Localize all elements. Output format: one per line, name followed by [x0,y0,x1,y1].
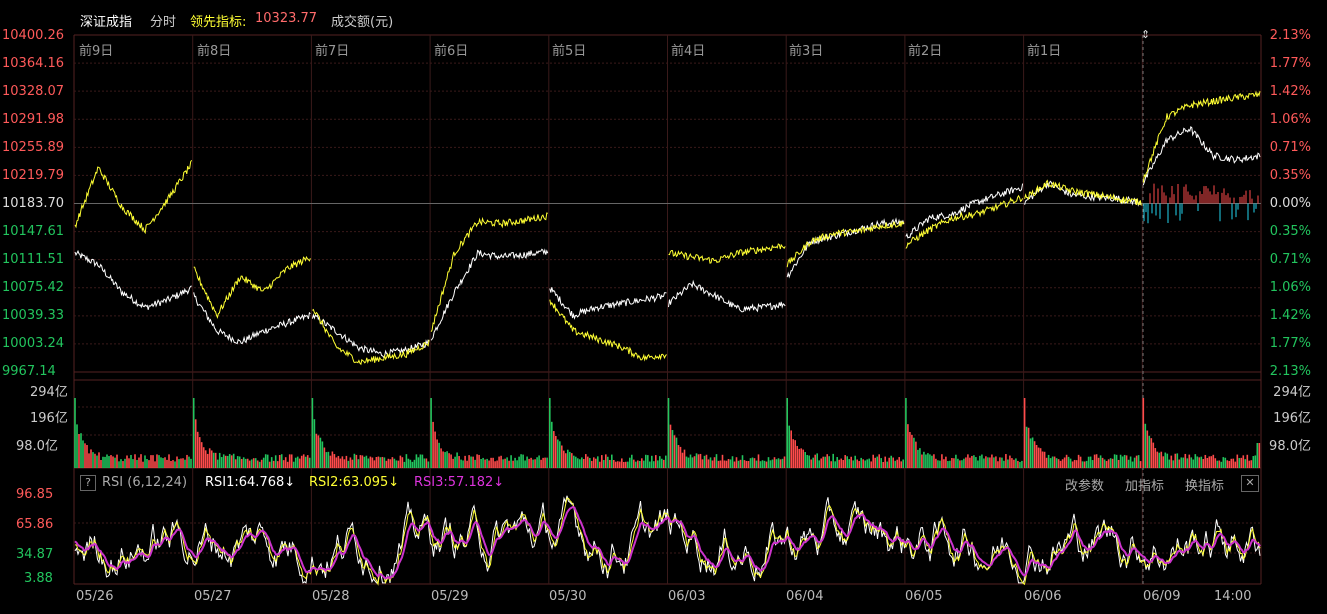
pct-tick: 0.71% [1269,252,1311,267]
price-line-segment [1142,90,1261,183]
date-label: 06/06 [1024,589,1062,604]
pct-tick: 0.35% [1269,224,1311,239]
price-tick: 10219.79 [2,168,65,183]
price-tick: 10183.70 [2,196,65,211]
price-tick: 10039.33 [2,308,65,323]
price-line-segment [430,248,549,341]
rsi-tick: 96.85 [16,487,54,502]
date-label: 05/28 [312,589,350,604]
date-label: 06/04 [786,589,824,604]
day-label: 前9日 [79,44,114,59]
price-line-segment [430,212,548,332]
date-label: 06/09 [1143,589,1181,604]
pct-tick: 1.77% [1269,336,1311,351]
pct-tick: 1.42% [1269,84,1311,99]
day-label: 前3日 [789,44,824,59]
volume-tick: 196亿 [1273,411,1311,426]
date-label: 06/03 [668,589,706,604]
price-tick: 10328.07 [2,84,65,99]
date-label: 05/29 [431,589,469,604]
volume-tick: 98.0亿 [16,439,58,454]
date-label: 06/05 [905,589,943,604]
price-tick: 10111.51 [2,252,65,267]
pct-tick: 0.00% [1269,196,1311,211]
rsi-tick: 34.87 [16,547,54,562]
chart-grid [73,34,1262,585]
day-label: 前7日 [315,44,350,59]
price-tick: 10364.16 [2,56,65,71]
price-tick: 10255.89 [2,140,65,155]
pct-tick: 2.13% [1269,28,1311,43]
day-label: 前4日 [671,44,706,59]
time-label: 14:00 [1214,589,1252,604]
date-label: 05/30 [549,589,587,604]
pct-tick: 1.42% [1269,308,1311,323]
price-line-segment [786,220,905,268]
rsi-name[interactable]: RSI (6,12,24) [102,475,187,490]
swap-indicator-button[interactable]: 换指标 [1185,475,1224,494]
date-label: 05/26 [76,589,114,604]
price-line-segment [74,159,193,235]
rsi-tick: 65.86 [16,517,54,532]
price-tick: 10003.24 [2,336,65,351]
price-line-segment [668,279,786,313]
day-label: 前6日 [434,44,469,59]
price-tick: 10075.42 [2,280,65,295]
close-icon[interactable]: ✕ [1241,475,1259,492]
price-line-segment [193,292,311,345]
pct-tick: 1.77% [1269,56,1311,71]
volume-tick: 98.0亿 [1269,439,1311,454]
help-button[interactable]: ? [80,475,96,491]
price-tick: 10400.26 [2,28,65,43]
day-label: 前5日 [552,44,587,59]
edit-params-button[interactable]: 改参数 [1065,475,1104,494]
volume-tick: 294亿 [1273,385,1311,400]
intraday-chart[interactable] [0,0,1327,614]
price-tick: 10291.98 [2,112,65,127]
date-label: 05/27 [194,589,232,604]
volume-tick: 196亿 [30,411,68,426]
price-line-segment [312,308,430,366]
pct-tick: 1.06% [1269,280,1311,295]
volume-tick: 294亿 [30,385,68,400]
rsi2-value: RSI2:63.095↓ [309,475,400,490]
day-label: 前8日 [197,44,232,59]
day-label: 前1日 [1027,44,1062,59]
add-indicator-button[interactable]: 加指标 [1125,475,1164,494]
day-label: 前2日 [908,44,943,59]
pct-tick: 0.71% [1269,140,1311,155]
price-tick: 9967.14 [2,364,56,379]
price-line-segment [549,287,667,320]
price-line-segment [668,243,786,264]
rsi3-value: RSI3:57.182↓ [414,475,505,490]
price-tick: 10147.61 [2,224,65,239]
pct-tick: 0.35% [1269,168,1311,183]
price-line-segment [1142,126,1261,186]
rsi-tick: 3.88 [24,571,53,586]
pct-tick: 1.06% [1269,112,1311,127]
rsi1-value: RSI1:64.768↓ [205,475,296,490]
pct-tick: 2.13% [1269,364,1311,379]
